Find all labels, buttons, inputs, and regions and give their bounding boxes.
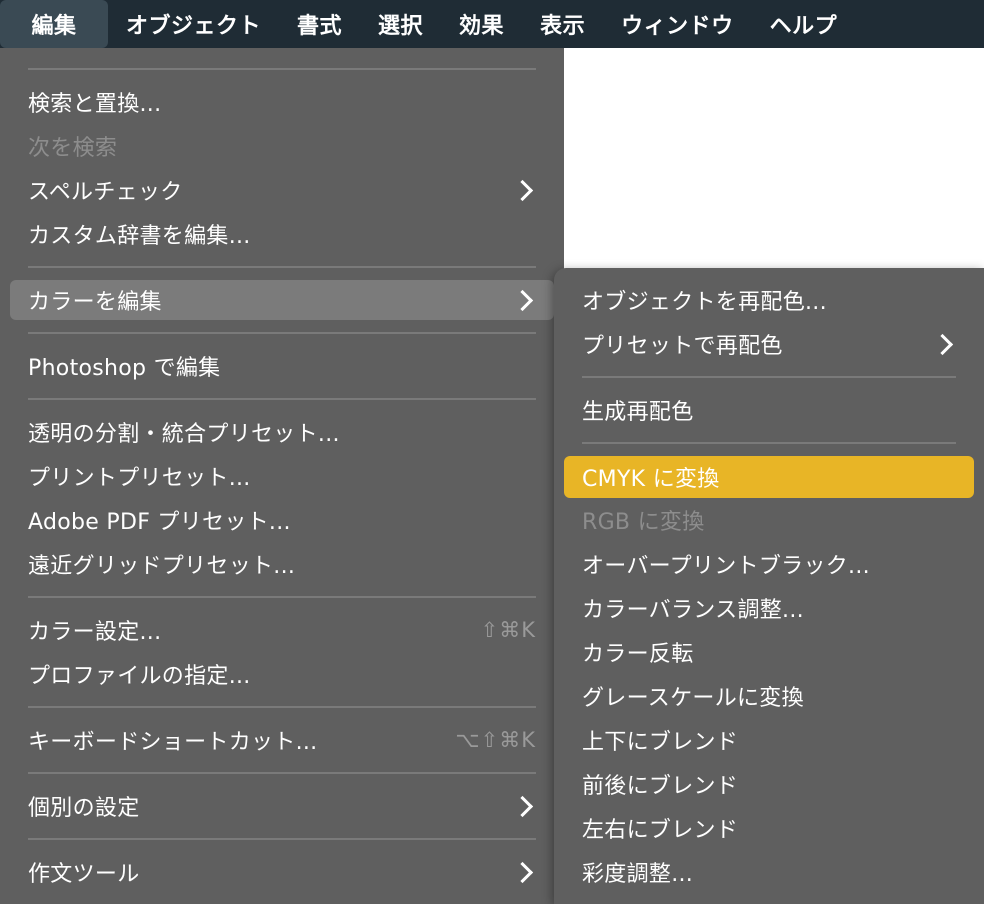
menu-item-label: 上下にブレンド — [582, 730, 739, 755]
menu-item-blend-horizontally[interactable]: 左右にブレンド — [564, 808, 974, 848]
menubar-window[interactable]: ウィンドウ — [603, 0, 752, 48]
menu-item-label: CMYK に変換 — [582, 467, 720, 492]
menu-bar: 編集 オブジェクト 書式 選択 効果 表示 ウィンドウ ヘルプ — [0, 0, 984, 48]
menu-separator — [582, 376, 956, 378]
menu-item-convert-to-rgb: RGB に変換 — [564, 500, 974, 540]
menu-item-label: 検索と置換... — [28, 92, 162, 117]
menu-item-label: カスタム辞書を編集... — [28, 224, 251, 249]
menubar-view[interactable]: 表示 — [522, 0, 603, 48]
menu-item-label: 彩度調整... — [582, 862, 694, 887]
menu-item-color-settings[interactable]: カラー設定... ⇧⌘K — [10, 610, 554, 650]
menu-item-edit-photoshop[interactable]: Photoshop で編集 — [10, 346, 554, 386]
menu-separator — [28, 838, 536, 840]
menu-item-recolor-with-preset[interactable]: プリセットで再配色 — [564, 324, 974, 364]
menu-item-label: 次を検索 — [28, 136, 118, 161]
chevron-right-icon — [511, 795, 534, 817]
menu-item-custom-dictionary[interactable]: カスタム辞書を編集... — [10, 214, 554, 254]
menu-item-label: スペルチェック — [28, 180, 183, 205]
menu-item-label: Adobe PDF プリセット... — [28, 510, 291, 535]
menu-item-assign-profile[interactable]: プロファイルの指定... — [10, 654, 554, 694]
menu-item-label: カラー反転 — [582, 642, 694, 667]
menu-item-find-next: 次を検索 — [10, 126, 554, 166]
menu-separator — [28, 398, 536, 400]
menu-item-pdf-presets[interactable]: Adobe PDF プリセット... — [10, 500, 554, 540]
menu-item-recolor-artwork[interactable]: オブジェクトを再配色... — [564, 280, 974, 320]
menu-item-convert-to-cmyk[interactable]: CMYK に変換 — [564, 456, 974, 498]
edit-menu: 検索と置換... 次を検索 スペルチェック カスタム辞書を編集... カラーを編… — [0, 48, 564, 904]
menu-item-perspective-grid-presets[interactable]: 遠近グリッドプリセット... — [10, 544, 554, 584]
menu-item-invert-colors[interactable]: カラー反転 — [564, 632, 974, 672]
keyboard-shortcut: ⌥⇧⌘K — [455, 728, 536, 752]
menu-item-label: 遠近グリッドプリセット... — [28, 554, 296, 579]
menu-item-label: 透明の分割・統合プリセット... — [28, 422, 340, 447]
menu-item-convert-to-grayscale[interactable]: グレースケールに変換 — [564, 676, 974, 716]
menu-separator — [582, 442, 956, 444]
menubar-effect[interactable]: 効果 — [441, 0, 522, 48]
menu-item-label: 生成再配色 — [582, 400, 694, 425]
menu-item-label: カラーバランス調整... — [582, 598, 804, 623]
menu-item-saturate[interactable]: 彩度調整... — [564, 852, 974, 892]
menu-item-label: カラーを編集 — [28, 290, 162, 315]
menu-item-label: RGB に変換 — [582, 510, 705, 535]
menu-item-overprint-black[interactable]: オーバープリントブラック... — [564, 544, 974, 584]
menu-item-print-presets[interactable]: プリントプリセット... — [10, 456, 554, 496]
menu-item-edit-colors[interactable]: カラーを編集 — [10, 280, 554, 320]
menu-item-label: プリントプリセット... — [28, 466, 251, 491]
menu-item-writing-tools[interactable]: 作文ツール — [10, 852, 554, 892]
menu-item-generative-recolor[interactable]: 生成再配色 — [564, 390, 974, 430]
keyboard-shortcut: ⇧⌘K — [480, 618, 536, 642]
menu-item-blend-vertically[interactable]: 上下にブレンド — [564, 720, 974, 760]
menu-item-label: キーボードショートカット... — [28, 730, 318, 755]
menu-separator — [28, 706, 536, 708]
menu-separator — [28, 772, 536, 774]
menu-separator — [28, 596, 536, 598]
menu-separator — [28, 332, 536, 334]
menu-item-label: 作文ツール — [28, 862, 140, 887]
chevron-right-icon — [511, 289, 534, 311]
menu-item-label: 個別の設定 — [28, 796, 140, 821]
menubar-type[interactable]: 書式 — [279, 0, 360, 48]
menu-item-label: 前後にブレンド — [582, 774, 739, 799]
menu-item-keyboard-shortcuts[interactable]: キーボードショートカット... ⌥⇧⌘K — [10, 720, 554, 760]
menu-item-spell-check[interactable]: スペルチェック — [10, 170, 554, 210]
menu-item-label: Photoshop で編集 — [28, 356, 221, 381]
menubar-select[interactable]: 選択 — [360, 0, 441, 48]
menu-item-preferences[interactable]: 個別の設定 — [10, 786, 554, 826]
menu-item-label: 左右にブレンド — [582, 818, 739, 843]
chevron-right-icon — [511, 179, 534, 201]
menu-item-label: グレースケールに変換 — [582, 686, 804, 711]
chevron-right-icon — [511, 861, 534, 883]
menu-separator — [28, 68, 536, 70]
menu-item-label: カラー設定... — [28, 620, 162, 645]
menu-item-find-replace[interactable]: 検索と置換... — [10, 82, 554, 122]
menubar-help[interactable]: ヘルプ — [752, 0, 856, 48]
chevron-right-icon — [931, 333, 954, 355]
menu-item-label: プリセットで再配色 — [582, 334, 783, 359]
menubar-object[interactable]: オブジェクト — [108, 0, 279, 48]
menu-item-transparency-flattener-presets[interactable]: 透明の分割・統合プリセット... — [10, 412, 554, 452]
menu-item-label: プロファイルの指定... — [28, 664, 251, 689]
menu-item-label: オーバープリントブラック... — [582, 554, 870, 579]
menu-item-label: オブジェクトを再配色... — [582, 290, 827, 315]
menu-item-blend-front-to-back[interactable]: 前後にブレンド — [564, 764, 974, 804]
menu-item-adjust-color-balance[interactable]: カラーバランス調整... — [564, 588, 974, 628]
menu-separator — [28, 266, 536, 268]
edit-colors-submenu: オブジェクトを再配色... プリセットで再配色 生成再配色 CMYK に変換 R… — [554, 268, 984, 904]
menubar-edit[interactable]: 編集 — [0, 0, 108, 48]
